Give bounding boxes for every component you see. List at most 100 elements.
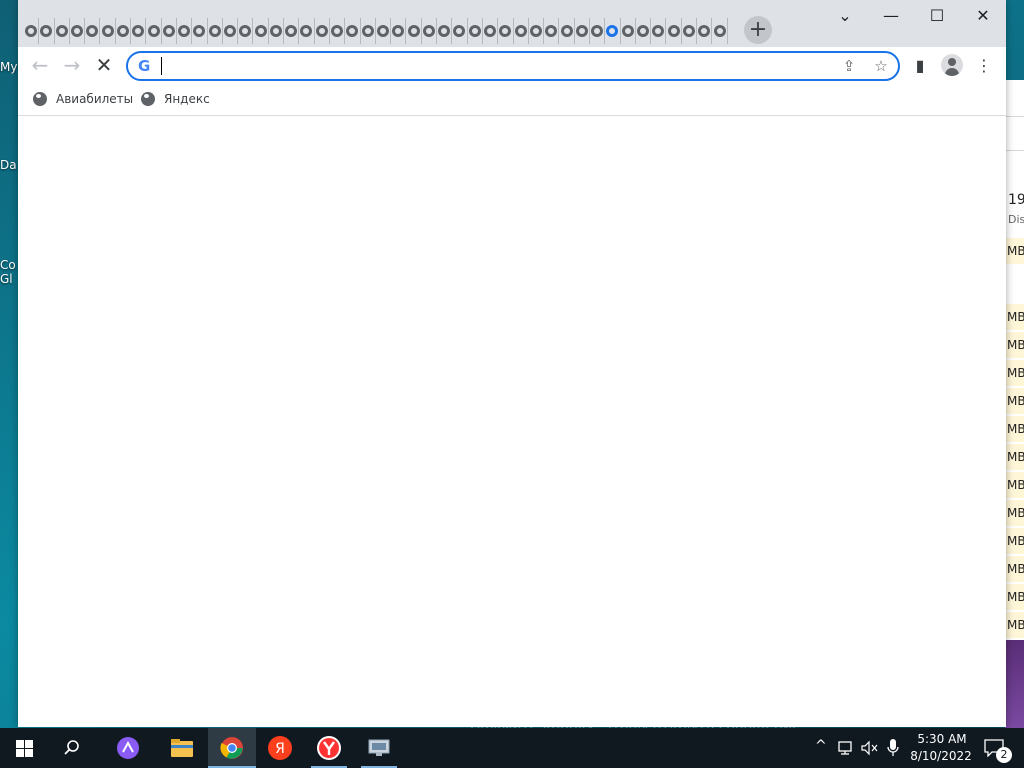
background-row: MB/ xyxy=(1005,444,1024,470)
browser-tab[interactable] xyxy=(39,18,55,44)
star-icon[interactable]: ☆ xyxy=(870,56,892,76)
browser-tab[interactable] xyxy=(162,18,177,44)
browser-tab[interactable] xyxy=(238,18,254,44)
chrome-taskbar-button[interactable] xyxy=(208,728,256,768)
browser-tab[interactable] xyxy=(70,18,86,44)
notification-count-badge: 2 xyxy=(996,747,1012,763)
browser-tab[interactable] xyxy=(208,18,223,44)
address-input[interactable] xyxy=(161,56,815,78)
yandex-app-button[interactable]: Я xyxy=(256,728,304,768)
browser-tab[interactable] xyxy=(468,18,483,44)
browser-tab[interactable] xyxy=(422,18,438,44)
start-button[interactable] xyxy=(0,728,48,768)
close-button[interactable]: ✕ xyxy=(960,0,1006,30)
browser-tab[interactable] xyxy=(575,18,590,44)
new-tab-button[interactable]: + xyxy=(744,16,772,44)
browser-tab[interactable] xyxy=(223,18,239,44)
clock-date[interactable]: 8/10/2022 xyxy=(908,749,974,763)
background-row: MB/ xyxy=(1005,556,1024,582)
stop-button[interactable]: ✕ xyxy=(90,51,118,79)
tab-search-button[interactable]: ⌄ xyxy=(822,0,868,30)
background-app-window: 19 Dis MB/ MB/ MB/ MB/ MB/ MB/ MB/ MB/ M… xyxy=(1005,80,1024,640)
browser-tab[interactable] xyxy=(253,18,269,44)
page-content[interactable] xyxy=(18,116,1006,727)
remote-desktop-button[interactable] xyxy=(355,728,403,768)
desktop-icon-label[interactable]: Gl xyxy=(0,272,18,286)
browser-tab[interactable] xyxy=(361,18,376,44)
bookmark-aviabilety[interactable]: Авиабилеты xyxy=(33,89,133,109)
clock-time[interactable]: 5:30 AM xyxy=(912,732,972,746)
maximize-button[interactable]: ☐ xyxy=(914,0,960,30)
forward-button[interactable]: → xyxy=(58,51,86,79)
bookmark-yandex[interactable]: Яндекс xyxy=(141,89,210,109)
browser-tab[interactable] xyxy=(284,18,300,44)
browser-tab[interactable] xyxy=(55,18,70,44)
svg-text:Я: Я xyxy=(275,741,285,757)
microphone-icon[interactable] xyxy=(886,738,900,758)
browser-tab[interactable] xyxy=(697,18,713,44)
browser-tab[interactable] xyxy=(636,18,652,44)
browser-tab[interactable] xyxy=(590,18,606,44)
back-button[interactable]: ← xyxy=(26,51,54,79)
volume-muted-icon[interactable] xyxy=(861,740,879,756)
browser-tab[interactable] xyxy=(116,18,132,44)
profile-button[interactable] xyxy=(938,51,966,79)
background-row: MB/ xyxy=(1005,304,1024,330)
browser-tab[interactable] xyxy=(651,18,667,44)
browser-tab[interactable] xyxy=(299,18,315,44)
side-panel-icon[interactable]: ▮ xyxy=(906,51,934,79)
background-row: MB/ xyxy=(1005,612,1024,638)
browser-tab[interactable] xyxy=(177,18,193,44)
google-g-letter: G xyxy=(138,57,151,75)
desktop-icon-label[interactable]: Co xyxy=(0,258,18,272)
tab-favicon-icon xyxy=(116,25,129,37)
browser-tab[interactable] xyxy=(24,18,40,44)
browser-tab[interactable] xyxy=(682,18,698,44)
browser-tab[interactable] xyxy=(376,18,392,44)
monitor-icon xyxy=(368,739,390,756)
minimize-button[interactable]: — xyxy=(868,0,914,30)
browser-tab[interactable] xyxy=(269,18,285,44)
browser-tab[interactable] xyxy=(192,18,208,44)
alice-button[interactable] xyxy=(104,728,152,768)
browser-tab[interactable] xyxy=(498,18,514,44)
browser-tab[interactable] xyxy=(621,18,636,44)
tab-favicon-icon xyxy=(484,25,497,37)
browser-tab[interactable] xyxy=(100,18,116,44)
browser-tab[interactable] xyxy=(146,18,162,44)
yandex-browser-icon xyxy=(317,736,341,760)
browser-tab[interactable] xyxy=(131,18,147,44)
tab-favicon-icon xyxy=(178,25,191,37)
yandex-browser-button[interactable] xyxy=(305,728,353,768)
browser-tab[interactable] xyxy=(514,18,529,44)
browser-tab[interactable] xyxy=(452,18,468,44)
tab-favicon-icon xyxy=(392,25,405,37)
network-icon[interactable] xyxy=(838,740,856,756)
browser-tab[interactable] xyxy=(666,18,682,44)
browser-tab[interactable] xyxy=(330,18,346,44)
browser-tab[interactable] xyxy=(391,18,407,44)
browser-tab[interactable] xyxy=(315,18,330,44)
browser-tab[interactable] xyxy=(483,18,499,44)
browser-tab[interactable] xyxy=(529,18,545,44)
browser-tab[interactable] xyxy=(437,18,453,44)
search-button[interactable] xyxy=(48,728,96,768)
windows-icon xyxy=(15,739,33,757)
browser-tab[interactable] xyxy=(559,18,575,44)
address-bar[interactable]: G ⇪ ☆ xyxy=(126,51,900,81)
desktop-icon-label[interactable]: Da xyxy=(0,158,18,172)
browser-tab[interactable] xyxy=(544,18,560,44)
browser-tab[interactable] xyxy=(605,18,621,44)
browser-tab[interactable] xyxy=(85,18,101,44)
share-icon[interactable]: ⇪ xyxy=(838,56,860,76)
menu-icon[interactable]: ⋮ xyxy=(970,51,998,79)
search-icon xyxy=(64,740,79,755)
file-explorer-button[interactable] xyxy=(158,728,206,768)
browser-tab[interactable] xyxy=(406,18,422,44)
folder-icon xyxy=(171,739,193,757)
tab-favicon-icon xyxy=(652,25,665,37)
desktop-icon-label[interactable]: My xyxy=(0,60,18,74)
browser-tab[interactable] xyxy=(712,18,728,44)
tray-chevron-icon[interactable]: ^ xyxy=(815,738,827,754)
browser-tab[interactable] xyxy=(345,18,361,44)
